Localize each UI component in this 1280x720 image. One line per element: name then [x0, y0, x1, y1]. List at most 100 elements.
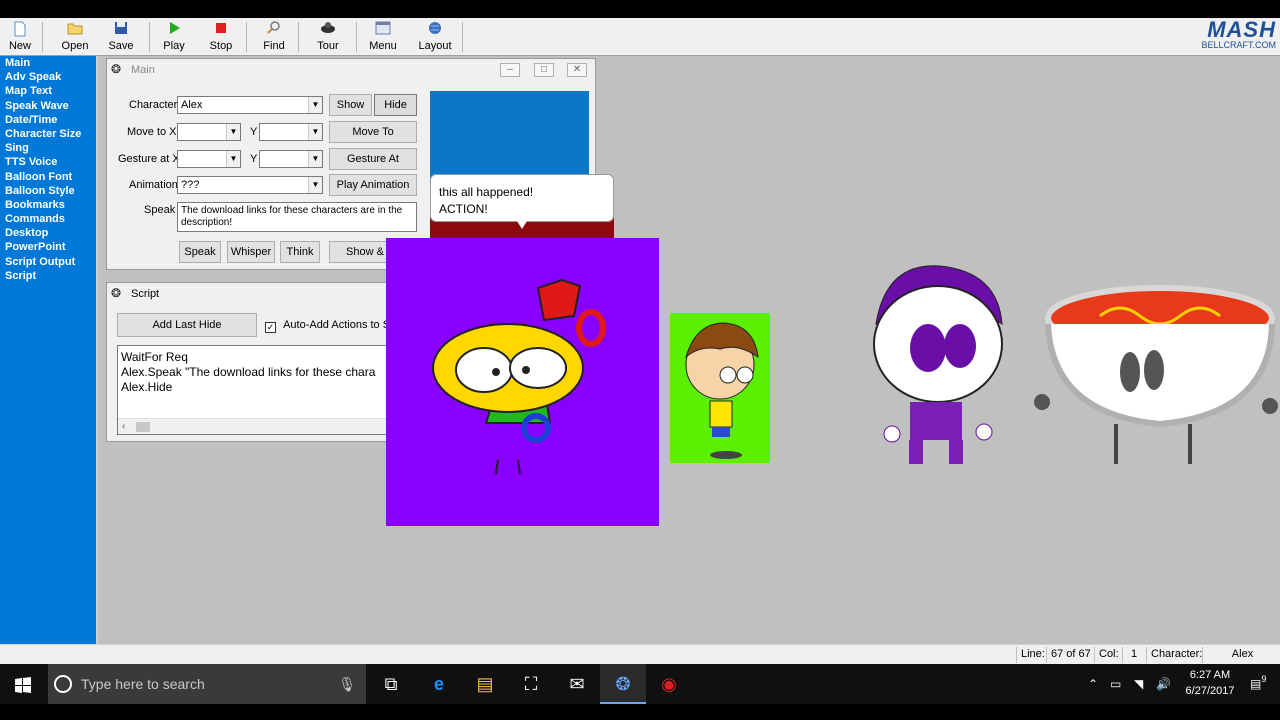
character-boy-green-box[interactable]	[670, 313, 770, 463]
sidebar-item-tts-voice[interactable]: TTS Voice	[0, 155, 96, 169]
checkbox-check-icon: ✓	[265, 322, 276, 333]
microphone-icon[interactable]: 🎙	[338, 664, 356, 704]
sidebar-item-date-time[interactable]: Date/Time	[0, 113, 96, 127]
sidebar-item-bookmarks[interactable]: Bookmarks	[0, 198, 96, 212]
script-line: Alex.Speak "The download links for these…	[121, 365, 376, 379]
sidebar-item-map-text[interactable]: Map Text	[0, 84, 96, 98]
work-area: ❂ Main – □ ✕ Character Alex ▼ Show Hide …	[100, 56, 1280, 644]
tray-chevron-up-icon[interactable]: ⌃	[1088, 664, 1098, 704]
script-line: Alex.Hide	[121, 380, 173, 394]
record-button-icon[interactable]: ◉	[646, 664, 692, 704]
sidebar-item-main[interactable]: Main	[0, 56, 96, 70]
mug-character-icon	[432, 278, 606, 475]
move-to-button[interactable]: Move To	[329, 121, 417, 143]
file-explorer-icon[interactable]: ▤	[462, 664, 508, 704]
taskbar-search-box[interactable]: Type here to search 🎙	[48, 664, 366, 704]
chevron-down-icon: ▼	[308, 177, 322, 193]
menu-button[interactable]: Menu	[364, 20, 402, 54]
sidebar-item-character-size[interactable]: Character Size	[0, 127, 96, 141]
whisper-button[interactable]: Whisper	[227, 241, 275, 263]
main-window-titlebar[interactable]: ❂ Main – □ ✕	[107, 59, 595, 81]
sidebar-item-balloon-font[interactable]: Balloon Font	[0, 170, 96, 184]
script-window-titlebar[interactable]: ❂ Script	[107, 283, 395, 305]
screen-bottom-bar	[0, 704, 1280, 720]
taskbar-clock[interactable]: 6:27 AM 6/27/2017	[1172, 667, 1248, 699]
stop-button[interactable]: Stop	[203, 20, 239, 54]
open-button[interactable]: Open	[56, 20, 94, 54]
sidebar-item-speak-wave[interactable]: Speak Wave	[0, 99, 96, 113]
gesture-x-select[interactable]: ▼	[177, 150, 241, 168]
mash-app-taskbar-icon[interactable]: ❂	[600, 664, 646, 704]
minimize-button[interactable]: –	[500, 63, 520, 77]
horizontal-scrollbar[interactable]: ‹	[118, 418, 396, 434]
script-line: WaitFor Req	[121, 350, 188, 364]
show-button[interactable]: Show	[329, 94, 372, 116]
new-file-icon	[12, 21, 28, 37]
layout-globe-icon	[427, 21, 443, 37]
chevron-down-icon: ▼	[308, 124, 322, 140]
tray-battery-icon[interactable]: ▭	[1110, 664, 1121, 704]
edge-browser-icon[interactable]: e	[416, 664, 462, 704]
mash-app-window: New Open Save Play Stop Find Tour Menu L…	[0, 18, 1280, 664]
toolbar: New Open Save Play Stop Find Tour Menu L…	[0, 18, 1280, 56]
hide-button[interactable]: Hide	[374, 94, 417, 116]
tray-volume-icon[interactable]: 🔊	[1156, 664, 1171, 704]
scroll-left-icon[interactable]: ‹	[122, 419, 125, 434]
toolbar-separator	[356, 22, 357, 52]
tour-button[interactable]: Tour	[310, 20, 346, 54]
sidebar-item-balloon-style[interactable]: Balloon Style	[0, 184, 96, 198]
find-button[interactable]: Find	[256, 20, 292, 54]
sidebar-item-powerpoint[interactable]: PowerPoint	[0, 240, 96, 254]
genie-icon: ❂	[111, 62, 122, 76]
script-editor[interactable]: WaitFor Req Alex.Speak "The download lin…	[117, 345, 397, 435]
speak-button[interactable]: Speak	[179, 241, 221, 263]
noodle-bowl-character[interactable]	[1030, 284, 1280, 484]
play-button[interactable]: Play	[156, 20, 192, 54]
scroll-thumb[interactable]	[136, 422, 150, 432]
status-col-label: Col:	[1094, 647, 1122, 663]
character-alex-purple-box[interactable]	[386, 238, 659, 526]
start-windows-icon[interactable]	[0, 664, 46, 704]
notification-center-icon[interactable]: ▤9	[1250, 664, 1266, 704]
play-icon	[166, 21, 182, 37]
layout-button[interactable]: Layout	[414, 20, 456, 54]
add-last-hide-button[interactable]: Add Last Hide	[117, 313, 257, 337]
think-button[interactable]: Think	[280, 241, 320, 263]
find-magnifier-icon	[266, 21, 282, 37]
close-button[interactable]: ✕	[567, 63, 587, 77]
genie-icon: ❂	[111, 286, 122, 300]
store-bag-icon[interactable]: ⛶	[508, 664, 554, 704]
open-folder-icon	[67, 21, 83, 37]
move-to-x-label: Move to X	[127, 126, 177, 138]
chevron-down-icon: ▼	[226, 124, 240, 140]
save-button[interactable]: Save	[103, 20, 139, 54]
speak-label: Speak	[144, 204, 176, 216]
sidebar-item-script[interactable]: Script	[0, 269, 96, 283]
script-window: ❂ Script Add Last Hide ✓ Auto-Add Action…	[106, 282, 397, 442]
sidebar-item-script-output[interactable]: Script Output	[0, 255, 96, 269]
gesture-y-select[interactable]: ▼	[259, 150, 323, 168]
task-view-icon[interactable]: ⧉	[368, 664, 414, 704]
animation-select[interactable]: ??? ▼	[177, 176, 323, 194]
toolbar-separator	[42, 22, 43, 52]
sidebar-item-commands[interactable]: Commands	[0, 212, 96, 226]
gesture-at-x-label: Gesture at X	[118, 153, 180, 165]
sidebar-item-desktop[interactable]: Desktop	[0, 226, 96, 240]
chevron-down-icon: ▼	[308, 151, 322, 167]
move-x-select[interactable]: ▼	[177, 123, 241, 141]
mail-envelope-icon[interactable]: ✉	[554, 664, 600, 704]
save-disk-icon	[113, 21, 129, 37]
sidebar-item-sing[interactable]: Sing	[0, 141, 96, 155]
tray-wifi-icon[interactable]: ◥	[1134, 664, 1143, 704]
character-select[interactable]: Alex ▼	[177, 96, 323, 114]
maximize-button[interactable]: □	[534, 63, 554, 77]
play-animation-button[interactable]: Play Animation	[329, 174, 417, 196]
speak-text-field[interactable]: The download links for these characters …	[177, 202, 417, 232]
move-y-select[interactable]: ▼	[259, 123, 323, 141]
purple-kid-character[interactable]	[870, 264, 1010, 476]
auto-add-checkbox[interactable]: ✓ Auto-Add Actions to Sc	[265, 318, 396, 333]
chevron-down-icon: ▼	[226, 151, 240, 167]
sidebar-item-adv-speak[interactable]: Adv Speak	[0, 70, 96, 84]
gesture-at-button[interactable]: Gesture At	[329, 148, 417, 170]
new-button[interactable]: New	[2, 20, 38, 54]
